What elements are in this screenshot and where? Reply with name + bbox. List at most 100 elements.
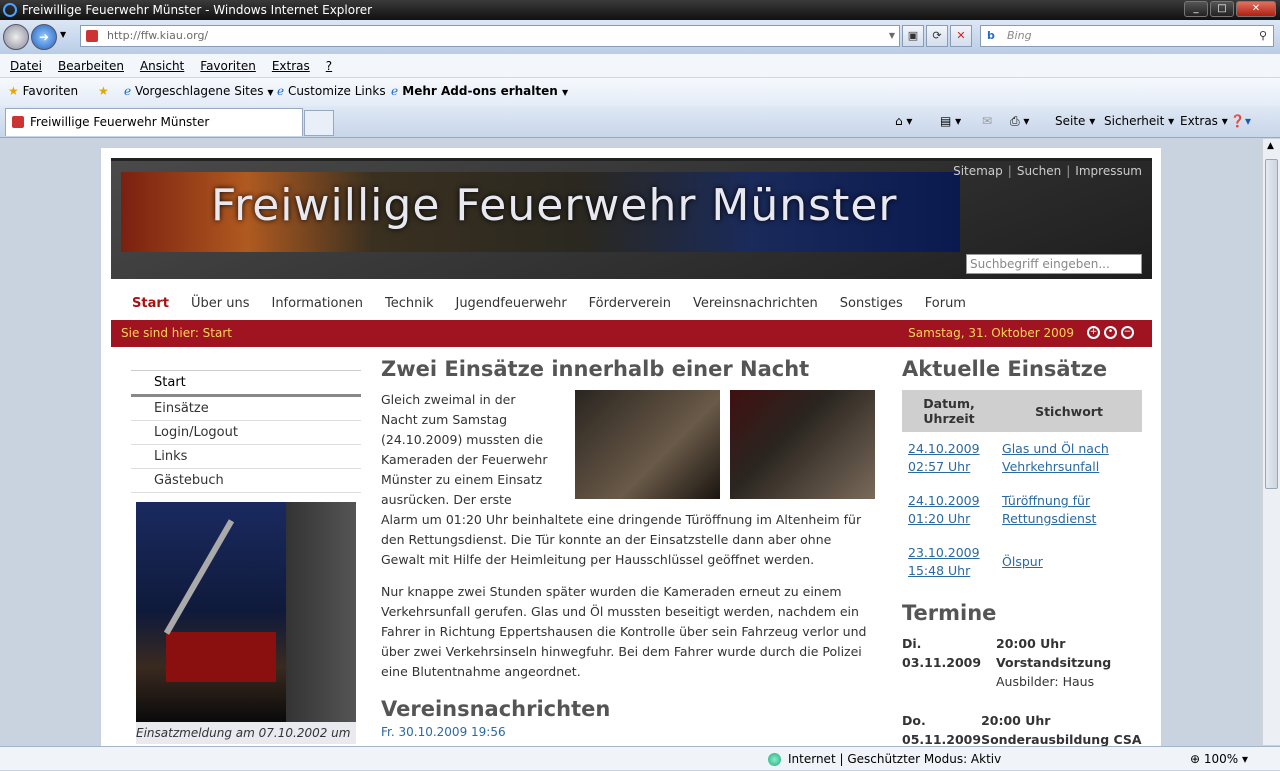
article-photo-1[interactable] <box>575 390 720 499</box>
site-header: Freiwillige Feuerwehr Münster Sitemap | Su… <box>111 158 1152 279</box>
feeds-icon[interactable]: ▤ ▾ <box>940 106 961 136</box>
maximize-button[interactable]: □ <box>1210 1 1234 17</box>
breadcrumb-bar: Sie sind hier: Start Samstag, 31. Oktobe… <box>111 320 1152 347</box>
site-search-input[interactable]: Suchbegriff eingeben... <box>966 254 1142 274</box>
site-favicon-icon <box>86 30 98 42</box>
ie-page-icon: ℯ <box>277 84 285 98</box>
scroll-up-icon[interactable]: ▲ <box>1267 141 1274 151</box>
security-menu[interactable]: Sicherheit ▾ <box>1104 106 1174 136</box>
breadcrumb: Sie sind hier: Start <box>121 326 232 340</box>
addons-button[interactable]: ℯ Mehr Add-ons erhalten ▼ <box>391 78 568 106</box>
help-icon[interactable]: ❓▾ <box>1230 106 1251 136</box>
current-date: Samstag, 31. Oktober 2009 <box>908 326 1074 340</box>
nav-ueber-uns[interactable]: Über uns <box>191 296 250 311</box>
impressum-link[interactable]: Impressum <box>1075 164 1142 178</box>
termin-details: 20:00 Uhr Vorstandsitzung Ausbilder: Haus <box>996 636 1112 689</box>
add-favorite-icon[interactable]: ★ <box>98 78 109 104</box>
termin-date: Di. 03.11.2009 <box>902 636 982 670</box>
close-window-button[interactable]: ✕ <box>1236 1 1276 17</box>
zoom-in-icon[interactable]: + <box>1087 326 1100 339</box>
termin-details: 20:00 UhrSonderausbildung CSA - <box>981 713 1142 746</box>
menu-extras[interactable]: Extras <box>272 54 310 77</box>
ie-page-icon: ℯ <box>391 84 399 98</box>
favorites-label: Favoriten <box>22 84 79 98</box>
favorites-button[interactable]: ★ Favoriten <box>8 78 78 104</box>
ie-logo-icon <box>3 3 17 17</box>
menu-help[interactable]: ? <box>326 54 332 77</box>
chevron-down-icon: ▼ <box>562 88 569 97</box>
wall-shape <box>286 502 356 722</box>
mail-icon[interactable]: ✉ <box>982 106 992 136</box>
refresh-button[interactable]: ⟳ <box>926 25 948 47</box>
address-dropdown-icon[interactable]: ▼ <box>889 26 895 46</box>
nav-forum[interactable]: Forum <box>925 296 966 311</box>
customize-links-label: Customize Links <box>287 84 386 98</box>
home-icon[interactable]: ⌂ ▾ <box>895 106 912 136</box>
menu-ansicht[interactable]: Ansicht <box>140 54 184 77</box>
nav-jugendfeuerwehr[interactable]: Jugendfeuerwehr <box>455 296 566 311</box>
einsatz-stichwort-link[interactable]: Ölspur <box>996 536 1142 588</box>
ladder-shape <box>163 519 235 635</box>
navigation-bar: ➜ ▼ http://ffw.kiau.org/ ▼ ▣ ⟳ ✕ b Bing … <box>0 20 1280 54</box>
sidenav-login[interactable]: Login/Logout <box>131 421 361 445</box>
nav-technik[interactable]: Technik <box>385 296 434 311</box>
page-menu[interactable]: Seite ▾ <box>1055 106 1095 136</box>
zoom-level[interactable]: ⊕ 100% ▾ <box>1190 747 1248 771</box>
menu-bearbeiten[interactable]: Bearbeiten <box>58 54 124 77</box>
einsatz-date-link[interactable]: 24.10.2009 02:57 Uhr <box>902 432 996 484</box>
address-bar[interactable]: http://ffw.kiau.org/ ▼ <box>80 25 900 47</box>
sitemap-link[interactable]: Sitemap <box>953 164 1003 178</box>
ie-page-icon: ℯ <box>124 84 132 98</box>
scroll-thumb[interactable] <box>1265 159 1278 489</box>
compatibility-view-button[interactable]: ▣ <box>902 25 924 47</box>
table-row: 23.10.2009 15:48 Uhr Ölspur <box>902 536 1142 588</box>
list-item: Do. 05.11.2009 20:00 Uhr Sonderausbildung … <box>902 711 1142 746</box>
globe-icon <box>768 753 781 766</box>
nav-vereinsnachrichten[interactable]: Vereinsnachrichten <box>693 296 818 311</box>
einsatz-stichwort-link[interactable]: Türöffnung für Rettungsdienst <box>996 484 1142 536</box>
fire-truck-photo[interactable] <box>136 502 356 722</box>
einsatz-date-link[interactable]: 24.10.2009 01:20 Uhr <box>902 484 996 536</box>
recent-pages-dropdown-icon[interactable]: ▼ <box>60 30 66 39</box>
einsatz-date-link[interactable]: 23.10.2009 15:48 Uhr <box>902 536 996 588</box>
addons-label: Mehr Add-ons erhalten <box>402 84 558 98</box>
search-input[interactable]: b Bing ⚲ <box>980 25 1274 47</box>
search-link[interactable]: Suchen <box>1017 164 1061 178</box>
article-photo-2[interactable] <box>730 390 875 499</box>
nav-informationen[interactable]: Informationen <box>271 296 363 311</box>
sidenav-start[interactable]: Start <box>131 370 361 397</box>
sidenav-einsaetze[interactable]: Einsätze <box>131 397 361 421</box>
truck-shape <box>166 632 276 682</box>
zoom-out-icon[interactable]: − <box>1121 326 1134 339</box>
vertical-scrollbar[interactable]: ▲ <box>1262 139 1280 745</box>
menu-datei[interactable]: Datei <box>10 54 42 77</box>
browser-tab[interactable]: Freiwillige Feuerwehr Münster <box>5 108 303 136</box>
print-icon[interactable]: ⎙ ▾ <box>1010 106 1029 136</box>
nav-start[interactable]: Start <box>132 296 169 311</box>
back-button[interactable] <box>3 24 29 50</box>
forward-button[interactable]: ➜ <box>31 24 57 50</box>
zoom-reset-icon[interactable]: • <box>1104 326 1117 339</box>
nav-sonstiges[interactable]: Sonstiges <box>840 296 903 311</box>
einsatz-stichwort-link[interactable]: Glas und Öl nach Vehrkehrsunfall <box>996 432 1142 484</box>
sidenav-gaestebuch[interactable]: Gästebuch <box>131 469 361 493</box>
tools-menu[interactable]: Extras ▾ <box>1180 106 1228 136</box>
nav-foerderverein[interactable]: Förderverein <box>589 296 671 311</box>
menu-favoriten[interactable]: Favoriten <box>200 54 256 77</box>
security-menu-label: Sicherheit <box>1104 114 1165 128</box>
news-date[interactable]: Fr. 30.10.2009 19:56 <box>381 722 875 742</box>
customize-links-button[interactable]: ℯ Customize Links <box>277 78 386 104</box>
stop-button[interactable]: ✕ <box>950 25 972 47</box>
minimize-button[interactable]: _ <box>1184 1 1208 17</box>
security-zone[interactable]: Internet | Geschützter Modus: Aktiv <box>788 747 1001 771</box>
photo-caption: Einsatzmeldung am 07.10.2002 um <box>136 722 356 744</box>
list-item: Di. 03.11.2009 20:00 Uhr Vorstandsitzung Au… <box>902 634 1142 691</box>
table-row: 24.10.2009 02:57 Uhr Glas und Öl nach Veh… <box>902 432 1142 484</box>
termine-list: Di. 03.11.2009 20:00 Uhr Vorstandsitzung Au… <box>902 634 1142 746</box>
suggested-sites-button[interactable]: ℯ Vorgeschlagene Sites ▼ <box>124 78 274 106</box>
new-tab-button[interactable] <box>304 110 334 136</box>
article-title: Zwei Einsätze innerhalb einer Nacht <box>381 357 810 381</box>
search-icon[interactable]: ⚲ <box>1259 26 1267 46</box>
menu-bar: Datei Bearbeiten Ansicht Favoriten Extra… <box>0 54 1280 78</box>
sidenav-links[interactable]: Links <box>131 445 361 469</box>
